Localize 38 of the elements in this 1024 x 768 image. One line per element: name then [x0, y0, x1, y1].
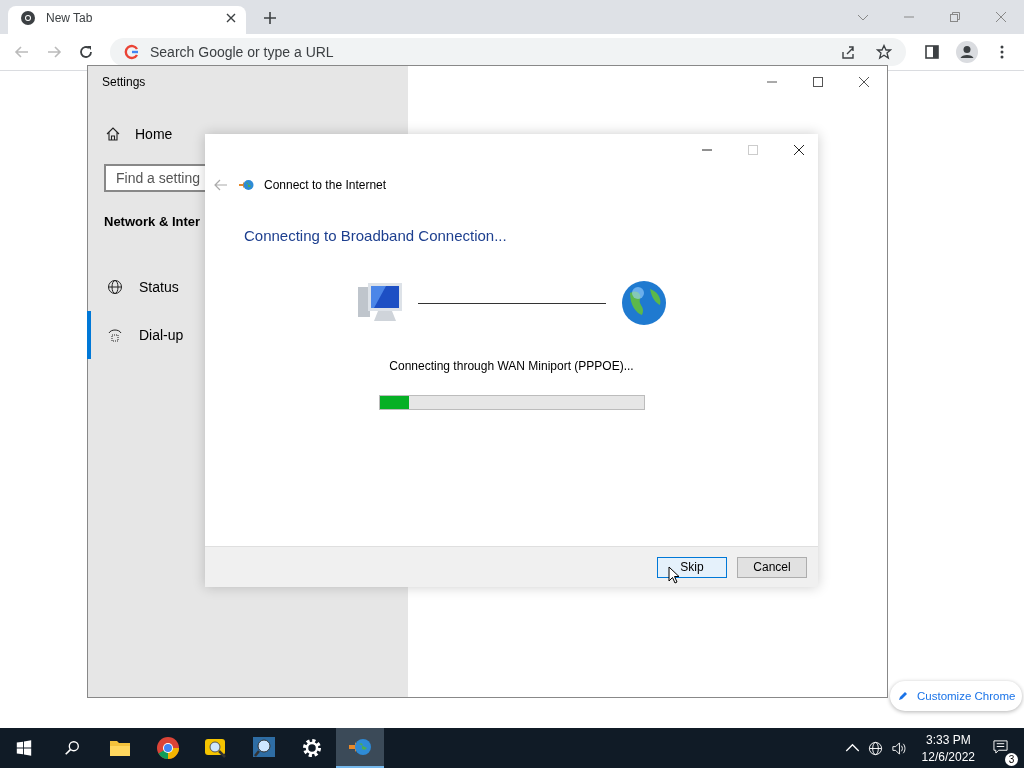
phone-icon — [107, 327, 123, 343]
speaker-icon[interactable] — [890, 740, 906, 756]
restore-icon[interactable] — [949, 11, 961, 23]
section-heading: Network & Inter — [104, 214, 201, 229]
dialog-heading: Connecting to Broadband Connection... — [244, 227, 508, 244]
magnifier-icon — [204, 736, 228, 760]
pencil-icon — [897, 690, 909, 702]
customize-chrome-button[interactable]: Customize Chrome — [890, 681, 1023, 711]
google-icon — [124, 44, 140, 60]
dialog-button[interactable]: Cancel — [737, 556, 807, 578]
maximize-icon — [747, 144, 759, 156]
magnifier-icon — [252, 736, 276, 760]
clock-date[interactable]: 12/6/2022 — [921, 749, 975, 764]
close-icon[interactable] — [226, 13, 236, 23]
chrome-icon — [156, 736, 180, 760]
clock-time[interactable]: 3:33 PM — [925, 732, 971, 747]
chrome-icon — [20, 10, 36, 26]
nav-item[interactable]: Status — [87, 263, 408, 311]
close-icon[interactable] — [858, 76, 870, 88]
notification-icon[interactable] — [993, 738, 1008, 754]
maximize-icon[interactable] — [812, 76, 824, 88]
new-tab-icon[interactable] — [263, 11, 277, 25]
status-text: Connecting through WAN Miniport (PPPOE)... — [388, 359, 635, 373]
browser-tab[interactable]: New Tab — [8, 6, 246, 34]
home-icon — [105, 126, 121, 142]
globe-icon — [619, 279, 668, 327]
home-nav-item[interactable]: Home — [105, 126, 408, 142]
globe-icon — [107, 279, 123, 295]
gear-icon — [300, 736, 324, 760]
notification-badge: 3 — [1005, 752, 1018, 766]
address-field[interactable]: Search Google or type a URL — [148, 43, 452, 61]
network-globe-icon — [238, 177, 254, 193]
globe-icon[interactable] — [867, 740, 883, 756]
window-title: Settings — [101, 74, 147, 91]
dialog-button[interactable]: Skip — [657, 556, 727, 578]
tab-title: New Tab — [46, 11, 94, 25]
cursor-icon — [668, 566, 680, 584]
close-icon[interactable] — [793, 144, 805, 156]
